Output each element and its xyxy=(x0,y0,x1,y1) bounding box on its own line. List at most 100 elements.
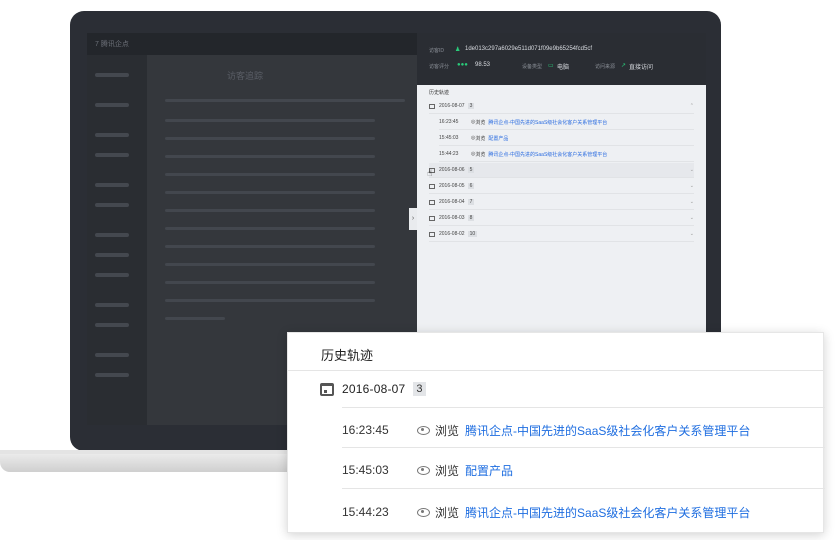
history-count-badge: 3 xyxy=(413,382,426,396)
calendar-icon xyxy=(429,231,435,237)
history-day-row[interactable]: 2016-08-04 7 ⌄ xyxy=(429,195,694,210)
eye-icon xyxy=(417,507,430,517)
day-date: 2016-08-06 xyxy=(439,167,465,173)
entry-page-link[interactable]: 腾讯企点-中国先进的SaaS级社会化客户关系管理平台 xyxy=(465,504,750,521)
day-date: 2016-08-05 xyxy=(439,183,465,189)
sidebar-item[interactable] xyxy=(95,153,129,157)
pagination[interactable] xyxy=(165,317,225,320)
dashboard-sidebar xyxy=(87,55,147,425)
entry-time: 15:45:03 xyxy=(439,135,459,141)
sidebar-item[interactable] xyxy=(95,203,129,207)
divider xyxy=(342,407,825,408)
page-title: 访客追踪 xyxy=(227,71,264,81)
history-day-row[interactable]: 2016-08-02 10 ⌄ xyxy=(429,227,694,242)
entry-action: 浏览 xyxy=(475,151,486,158)
day-count: 6 xyxy=(467,183,475,189)
table-row[interactable] xyxy=(165,191,375,194)
day-count: 8 xyxy=(467,215,475,221)
sidebar-item[interactable] xyxy=(95,253,129,257)
history-date: 2016-08-07 xyxy=(342,382,406,396)
calendar-icon xyxy=(429,199,435,205)
sidebar-item[interactable] xyxy=(95,133,129,137)
entry-page-link[interactable]: 腾讯企点-中国先进的SaaS级社会化客户关系管理平台 xyxy=(465,422,750,439)
entry-page-link[interactable]: 配置产品 xyxy=(465,462,513,479)
source-label: 访问来源 xyxy=(595,64,616,70)
history-day-row[interactable]: 2016-08-06 5 ⌄ xyxy=(429,163,694,178)
history-entry: 15:44:23 ◎ 浏览 腾讯企点-中国先进的SaaS级社会化客户关系管理平台 xyxy=(439,147,694,162)
day-count: 5 xyxy=(467,167,475,173)
sidebar-item[interactable] xyxy=(95,353,129,357)
table-row[interactable] xyxy=(165,119,375,122)
eye-icon xyxy=(417,465,430,475)
day-date: 2016-08-04 xyxy=(439,199,465,205)
table-header xyxy=(165,99,405,102)
sidebar-item[interactable] xyxy=(95,273,129,277)
day-count: 7 xyxy=(467,199,475,205)
chevron-down-icon[interactable]: ⌄ xyxy=(690,167,694,173)
history-zoom-card: 历史轨迹 2016-08-07 3 16:23:45 浏览 腾讯企点-中国先进的… xyxy=(287,332,825,533)
table-row[interactable] xyxy=(165,299,375,302)
entry-time: 16:23:45 xyxy=(342,423,389,437)
chevron-up-icon[interactable]: ⌃ xyxy=(690,103,694,109)
calendar-icon xyxy=(429,215,435,221)
entry-time: 15:45:03 xyxy=(342,463,389,477)
history-entry: 15:45:03 ◎ 浏览 配置产品 xyxy=(439,131,694,146)
history-title: 历史轨迹 xyxy=(321,348,374,363)
sidebar-item[interactable] xyxy=(95,233,129,237)
calendar-icon xyxy=(320,382,334,396)
person-icon: ♟ xyxy=(455,47,461,53)
entry-link[interactable]: 腾讯企点-中国先进的SaaS级社会化客户关系管理平台 xyxy=(488,119,607,126)
table-row[interactable] xyxy=(165,209,375,212)
entry-time: 15:44:23 xyxy=(439,151,459,157)
sidebar-item[interactable] xyxy=(95,373,129,377)
day-date: 2016-08-02 xyxy=(439,231,465,237)
entry-time: 15:44:23 xyxy=(342,505,389,519)
history-day-row[interactable]: 2016-08-05 6 ⌄ xyxy=(429,179,694,194)
divider xyxy=(342,488,825,489)
calendar-icon xyxy=(429,183,435,189)
cursor-icon: ☝ xyxy=(427,168,433,178)
history-day-row[interactable]: 2016-08-07 3 ⌃ xyxy=(429,99,694,114)
history-entry-row: 15:45:03 浏览 配置产品 xyxy=(342,458,513,482)
eye-icon xyxy=(417,425,430,435)
chevron-down-icon[interactable]: ⌄ xyxy=(690,231,694,237)
entry-time: 16:23:45 xyxy=(439,119,459,125)
dashboard-topbar: 7 腾讯企点 xyxy=(87,33,417,55)
table-row[interactable] xyxy=(165,263,375,266)
entry-action: 浏览 xyxy=(435,423,460,438)
chevron-down-icon[interactable]: ⌄ xyxy=(690,183,694,189)
monitor-icon: ▭ xyxy=(548,63,554,69)
table-row[interactable] xyxy=(165,137,375,140)
entry-action: 浏览 xyxy=(435,463,460,478)
sidebar-item[interactable] xyxy=(95,103,129,107)
arrow-icon: ↗ xyxy=(621,63,627,69)
day-date: 2016-08-03 xyxy=(439,215,465,221)
divider xyxy=(342,447,825,448)
entry-link[interactable]: 腾讯企点-中国先进的SaaS级社会化客户关系管理平台 xyxy=(488,151,607,158)
sidebar-item[interactable] xyxy=(95,323,129,327)
history-day-row[interactable]: 2016-08-03 8 ⌄ xyxy=(429,211,694,226)
history-section-title: 历史轨迹 xyxy=(429,90,450,96)
dashboard-logo: 7 腾讯企点 xyxy=(95,41,129,48)
table-row[interactable] xyxy=(165,155,375,158)
source-value: 直接访问 xyxy=(629,65,654,71)
chevron-down-icon[interactable]: ⌄ xyxy=(690,199,694,205)
score-dots: ●●● xyxy=(457,62,468,68)
sidebar-item[interactable] xyxy=(95,73,129,77)
entry-action: 浏览 xyxy=(475,119,486,126)
chevron-down-icon[interactable]: ⌄ xyxy=(690,215,694,221)
sidebar-item[interactable] xyxy=(95,183,129,187)
table-row[interactable] xyxy=(165,227,375,230)
visitor-id-label: 访客ID xyxy=(429,48,445,54)
day-count: 10 xyxy=(467,231,478,237)
laptop-base xyxy=(0,450,300,472)
table-row[interactable] xyxy=(165,281,375,284)
table-row[interactable] xyxy=(165,173,375,176)
entry-link[interactable]: 配置产品 xyxy=(488,135,508,142)
visitor-id-value: 1de013c297a6029e511d071f09e9b65254fcd5cf xyxy=(465,46,593,52)
sidebar-item[interactable] xyxy=(95,303,129,307)
table-row[interactable] xyxy=(165,245,375,248)
history-date-row[interactable]: 2016-08-07 3 xyxy=(320,377,426,401)
history-entry-row: 16:23:45 浏览 腾讯企点-中国先进的SaaS级社会化客户关系管理平台 xyxy=(342,418,750,442)
drawer-collapse-handle[interactable]: › xyxy=(409,208,417,230)
